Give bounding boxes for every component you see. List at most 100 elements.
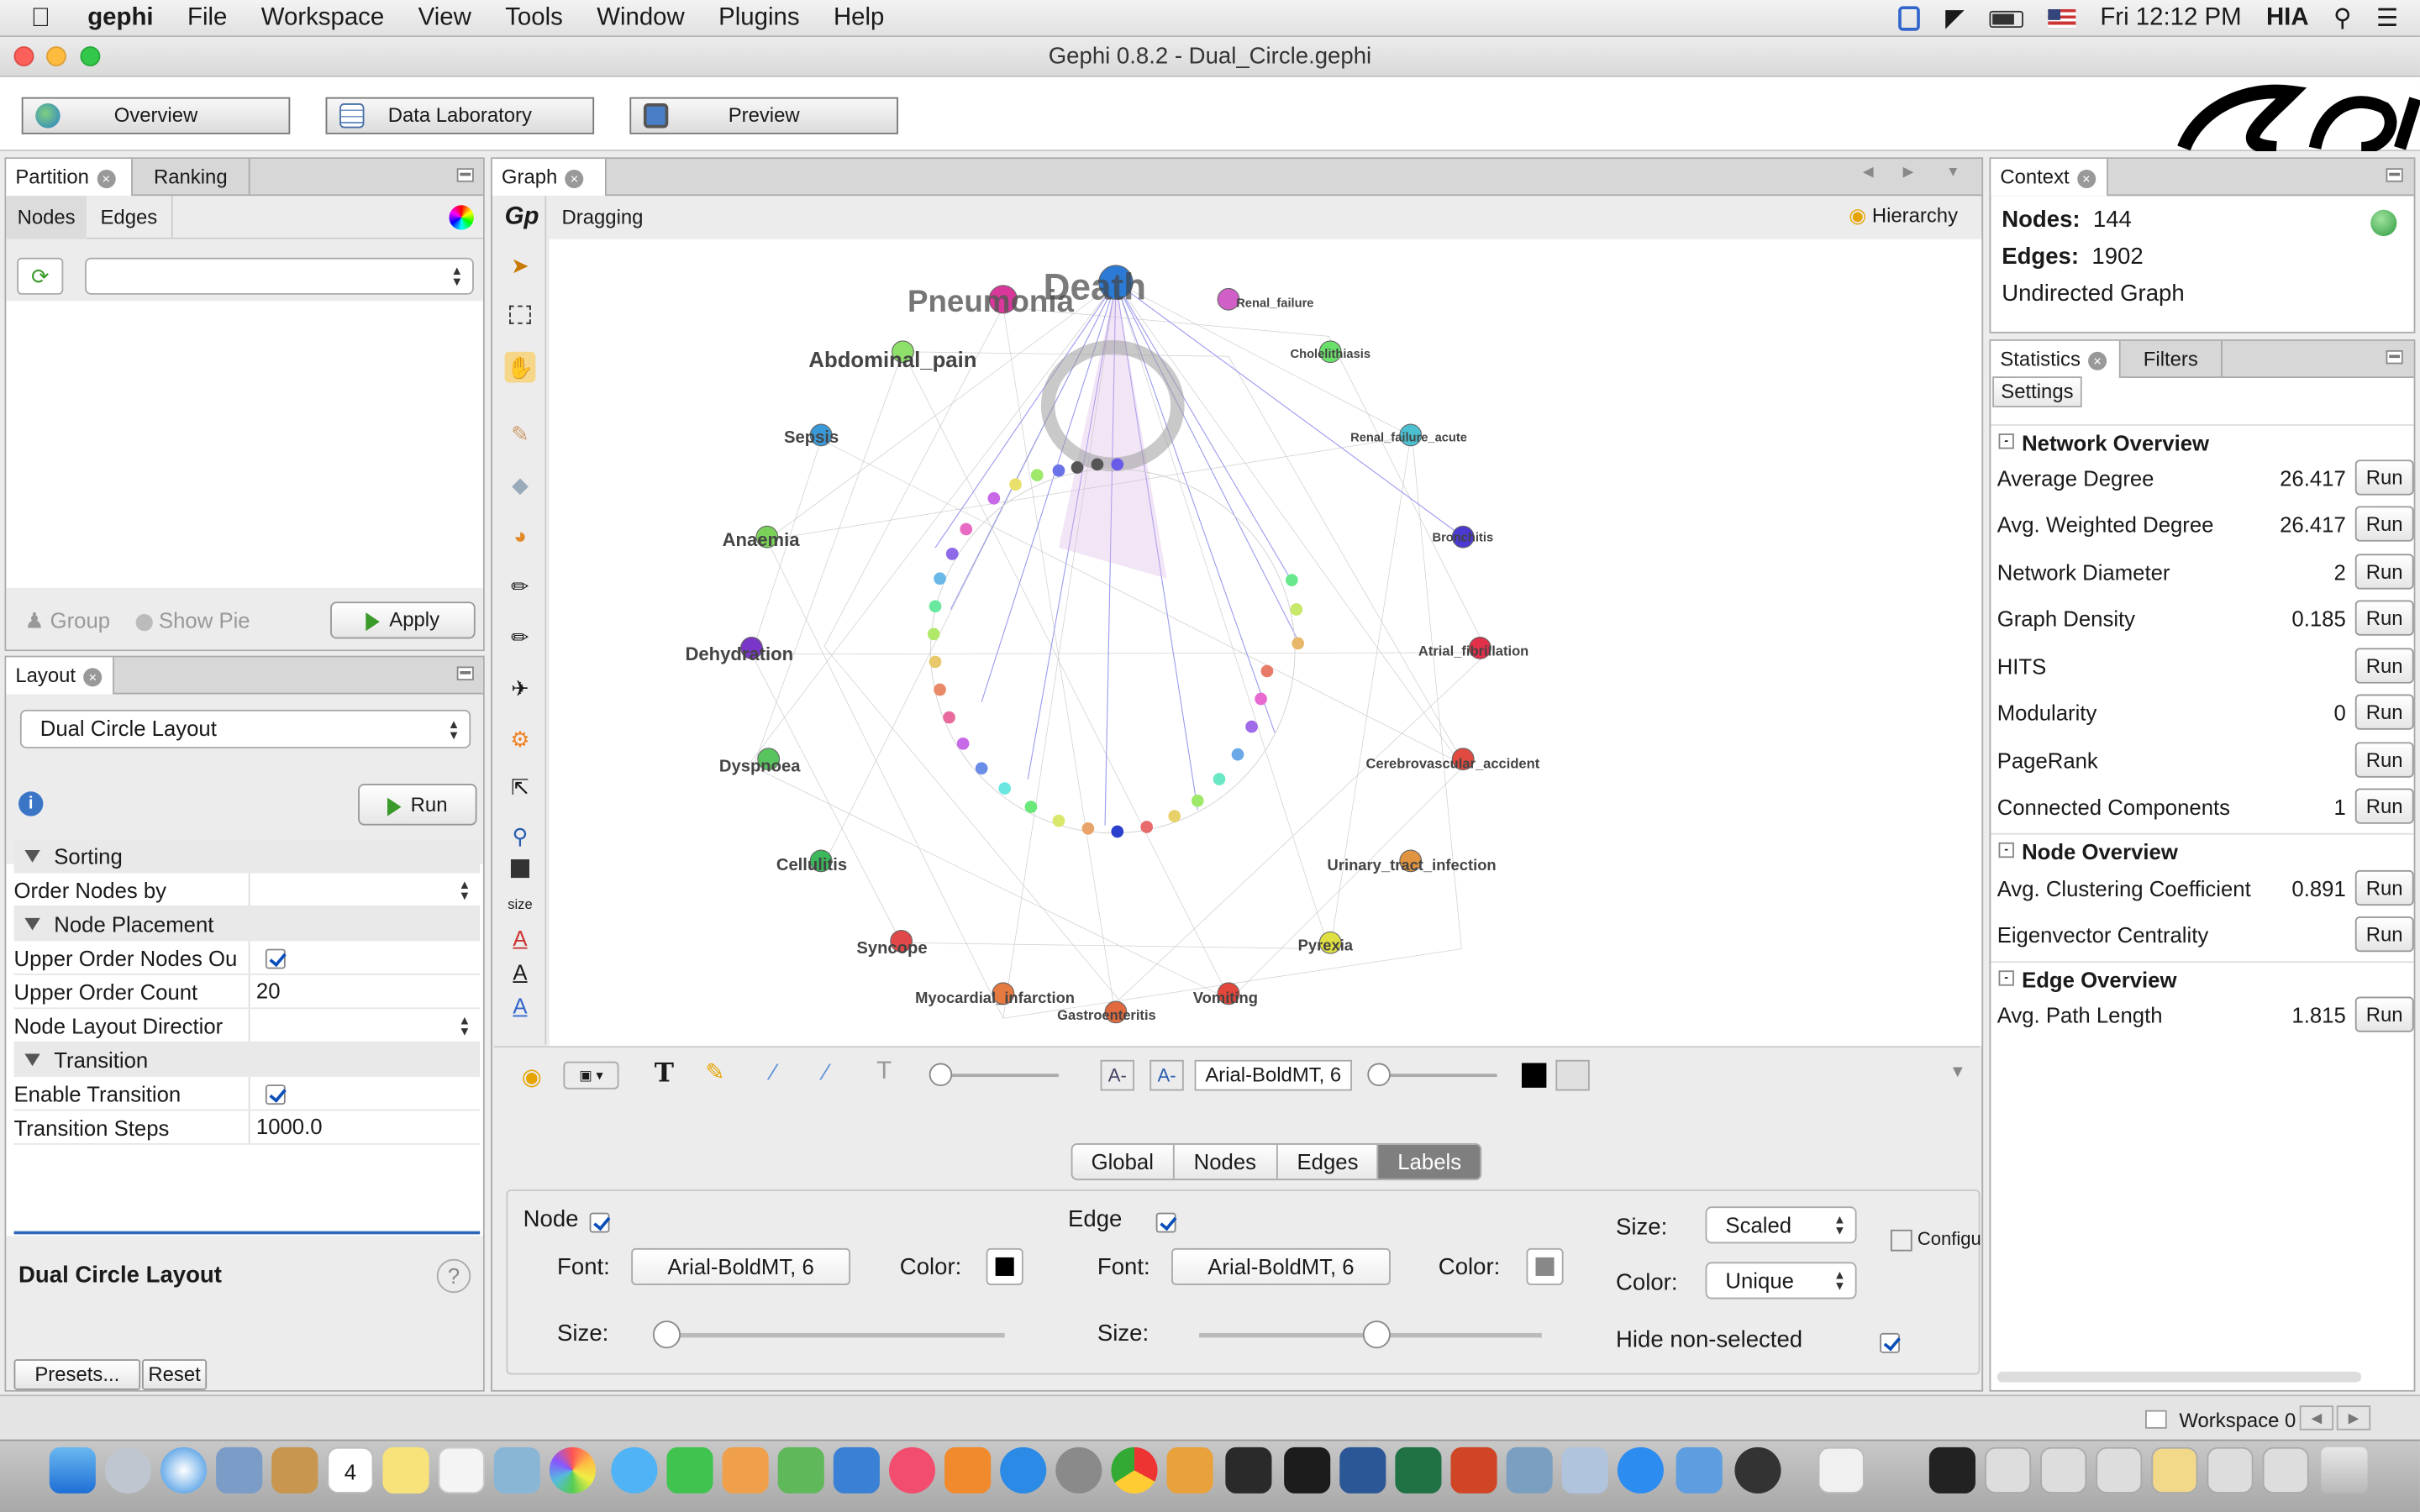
app-store-icon[interactable] [1000, 1446, 1047, 1494]
enable-transition-checkbox[interactable] [248, 1077, 481, 1110]
show-labels-icon[interactable]: T [655, 1058, 674, 1089]
statistics-scrollbar[interactable] [1996, 1371, 2362, 1383]
heat-map-icon[interactable]: ⚙ [505, 723, 536, 754]
vpn-icon[interactable] [1899, 6, 1921, 31]
hide-non-selected-checkbox[interactable] [1879, 1333, 1900, 1354]
rectangle-select-icon[interactable] [505, 301, 536, 332]
tab-nodes[interactable]: Nodes [1174, 1144, 1278, 1179]
preview-app-icon[interactable] [1506, 1446, 1553, 1494]
decrease-font-icon[interactable]: A- [1100, 1059, 1134, 1091]
node-color-button[interactable] [986, 1247, 1023, 1285]
increase-font-icon[interactable]: A- [1150, 1059, 1184, 1091]
next-workspace-icon[interactable]: ▶ [2336, 1405, 2371, 1431]
order-nodes-by-select[interactable]: ▲ ▼ [248, 873, 481, 906]
run-button[interactable]: Run [2354, 648, 2414, 684]
recent-file-icon[interactable] [2040, 1446, 2087, 1494]
tab-context[interactable]: Context × [1991, 159, 2108, 197]
node-size-slider[interactable] [661, 1332, 1005, 1338]
overview-button[interactable]: Overview [21, 97, 291, 134]
tab-labels[interactable]: Labels [1379, 1144, 1481, 1179]
recent-file-icon[interactable] [1984, 1446, 2032, 1494]
edge-pencil-icon[interactable]: ✏ [505, 622, 536, 653]
close-tab-icon[interactable]: × [97, 169, 116, 188]
label-color-icon[interactable]: A [505, 922, 536, 953]
contacts-icon[interactable] [271, 1446, 318, 1494]
maps-icon[interactable] [493, 1446, 540, 1494]
keynote-icon[interactable] [833, 1446, 880, 1494]
network-overview-header[interactable]: - Network Overview [1991, 424, 2414, 458]
show-pie-toggle[interactable]: Show Pie [135, 608, 250, 633]
info-icon[interactable]: i [18, 791, 44, 816]
tab-ranking[interactable]: Ranking [133, 159, 250, 197]
powerpoint-icon[interactable] [1450, 1446, 1497, 1494]
facetime-icon[interactable] [666, 1446, 713, 1494]
transition-steps-field[interactable]: 1000.0 [248, 1110, 481, 1143]
recent-file-icon[interactable] [2207, 1446, 2254, 1494]
label-size-slider-knob[interactable] [1367, 1063, 1391, 1087]
wifi-icon[interactable]: ◤ [1945, 3, 1965, 34]
status-ok-icon[interactable] [2370, 209, 2397, 237]
label-size-slider[interactable] [1380, 1074, 1497, 1078]
run-button[interactable]: Run [2354, 869, 2414, 906]
label-size-icon[interactable]: A [505, 990, 536, 1021]
reminders-icon[interactable] [438, 1446, 485, 1494]
close-window-button[interactable] [13, 46, 34, 66]
background-color-icon[interactable] [505, 855, 536, 886]
preview-button[interactable]: Preview [629, 97, 898, 134]
layout-run-button[interactable]: Run [358, 784, 477, 826]
painter-icon[interactable]: ✎ [505, 418, 536, 449]
notification-center-icon[interactable]: ☰ [2376, 3, 2398, 34]
data-laboratory-button[interactable]: Data Laboratory [325, 97, 595, 134]
section-transition[interactable]: Transition [13, 1042, 481, 1078]
layout-algorithm-select[interactable]: Dual Circle Layout ▲ ▼ [19, 709, 471, 748]
node-font-button[interactable]: Arial-BoldMT, 6 [631, 1247, 851, 1285]
close-tab-icon[interactable]: × [565, 169, 584, 188]
close-tab-icon[interactable]: × [2076, 169, 2096, 188]
word-icon[interactable] [1339, 1446, 1386, 1494]
gephi-dock-icon[interactable] [1734, 1446, 1781, 1494]
trash-icon[interactable] [2321, 1446, 2368, 1494]
node-layout-direction-select[interactable]: ▲ ▼ [248, 1009, 481, 1042]
system-preferences-icon[interactable] [1055, 1446, 1102, 1494]
notes-icon[interactable] [382, 1446, 429, 1494]
calendar-icon[interactable]: 4 [327, 1446, 374, 1494]
drag-hand-icon[interactable]: ✋ [504, 351, 536, 383]
label-attributes-icon[interactable]: ✎ [705, 1058, 724, 1086]
run-button[interactable]: Run [2354, 506, 2414, 542]
lightbulb-icon[interactable]: ◉ [522, 1063, 542, 1090]
run-button[interactable]: Run [2354, 916, 2414, 953]
safari-icon[interactable] [160, 1446, 208, 1494]
tab-filters[interactable]: Filters [2121, 340, 2223, 378]
recent-file-icon[interactable] [2096, 1446, 2143, 1494]
label-font-icon[interactable]: A [505, 957, 536, 988]
tab-edges[interactable]: Edges [1278, 1144, 1380, 1179]
run-button[interactable]: Run [2354, 600, 2414, 636]
menu-tools[interactable]: Tools [505, 4, 563, 32]
label-color-swatch[interactable] [1521, 1063, 1547, 1088]
partition-attribute-select[interactable]: ▲ ▼ [85, 257, 474, 295]
apple-icon[interactable]:  [31, 3, 50, 34]
label-font-field[interactable]: Arial-BoldMT, 6 [1194, 1059, 1352, 1091]
splitter[interactable] [13, 1231, 481, 1235]
jupyter-icon[interactable] [1166, 1446, 1213, 1494]
run-button[interactable]: Run [2354, 742, 2414, 778]
edge-visibility-icon[interactable]: ∕ [771, 1060, 776, 1086]
node-labels-checkbox[interactable] [589, 1213, 610, 1234]
node-overview-header[interactable]: - Node Overview [1991, 832, 2414, 867]
recent-file-icon[interactable] [2262, 1446, 2309, 1494]
spotlight-search-icon[interactable]: ⚲ [2333, 3, 2352, 34]
teamviewer-icon[interactable] [1617, 1446, 1664, 1494]
menu-user[interactable]: HIA [2266, 5, 2309, 33]
minimize-panel-icon[interactable] [456, 666, 474, 680]
minimize-panel-icon[interactable] [2386, 349, 2403, 365]
folder-icon[interactable] [1676, 1446, 1723, 1494]
run-button[interactable]: Run [2354, 996, 2414, 1032]
subtab-nodes[interactable]: Nodes [6, 196, 87, 239]
edge-labels-icon[interactable]: T [876, 1058, 892, 1086]
menu-help[interactable]: Help [834, 4, 884, 32]
configure-button[interactable]: Configu [1890, 1228, 1981, 1252]
zoom-icon[interactable]: ⚲ [505, 821, 536, 852]
close-tab-icon[interactable]: × [2088, 350, 2107, 370]
tab-scroll-right-icon[interactable]: ▶ [1903, 164, 1914, 181]
document-icon[interactable] [1818, 1446, 1865, 1494]
